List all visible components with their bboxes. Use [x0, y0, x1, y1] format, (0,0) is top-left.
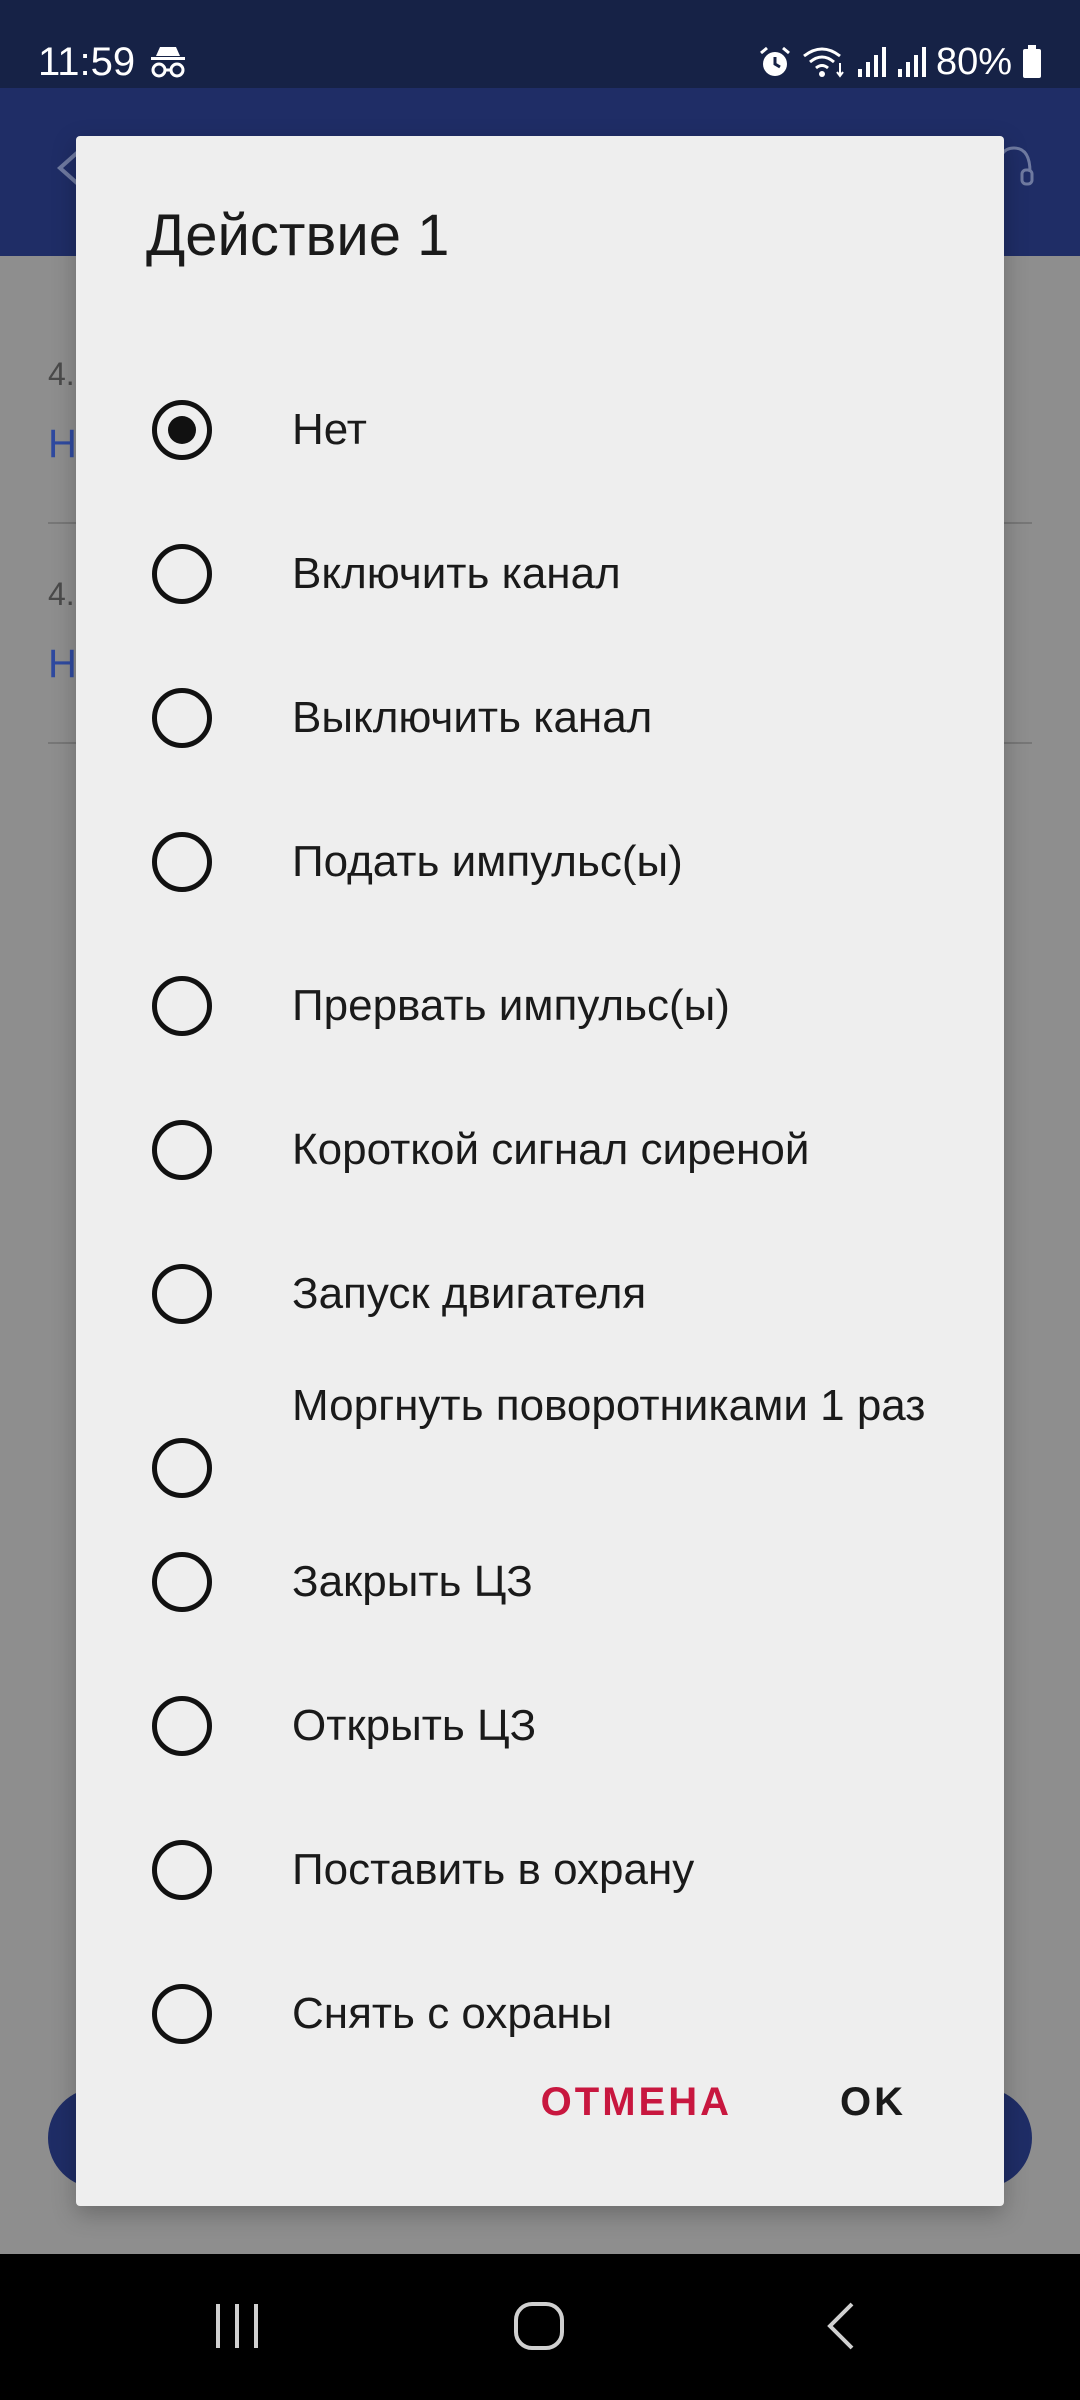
alarm-icon [759, 46, 790, 76]
option-blink-turn-signals[interactable]: Моргнуть поворотниками 1 раз [76, 1366, 1004, 1510]
setting-value: Н [48, 642, 77, 686]
option-unlock-doors[interactable]: Открыть ЦЗ [76, 1654, 1004, 1798]
option-label: Включить канал [292, 549, 621, 598]
option-enable-channel[interactable]: Включить канал [76, 502, 1004, 646]
radio-button[interactable] [152, 976, 212, 1036]
option-short-siren[interactable]: Короткой сигнал сиреной [76, 1078, 1004, 1222]
option-none[interactable]: Нет [76, 358, 1004, 502]
radio-button-checked[interactable] [152, 400, 212, 460]
signal-icon [897, 47, 926, 77]
incognito-icon [151, 47, 185, 78]
option-disable-channel[interactable]: Выключить канал [76, 646, 1004, 790]
option-label: Подать импульс(ы) [292, 837, 683, 886]
radio-button[interactable] [152, 1696, 212, 1756]
radio-button[interactable] [152, 1552, 212, 1612]
dialog-actions: ОТМЕНА OK [76, 2036, 1004, 2206]
option-label: Прервать импульс(ы) [292, 981, 730, 1030]
option-arm[interactable]: Поставить в охрану [76, 1798, 1004, 1942]
option-label: Поставить в охрану [292, 1845, 695, 1894]
radio-button[interactable] [152, 1264, 212, 1324]
action-dialog: Действие 1 Нет Включить канал Выключить … [76, 136, 1004, 2206]
ok-button[interactable]: OK [840, 2080, 906, 2125]
battery-percent: 80% [935, 40, 1012, 83]
battery-icon [1023, 45, 1041, 78]
back-icon[interactable] [824, 2300, 858, 2352]
cancel-button[interactable]: ОТМЕНА [541, 2080, 732, 2125]
status-icons: 80% [758, 36, 1042, 88]
option-lock-doors[interactable]: Закрыть ЦЗ [76, 1510, 1004, 1654]
radio-button[interactable] [152, 832, 212, 892]
radio-button[interactable] [152, 1438, 212, 1498]
setting-value: Н [48, 422, 77, 466]
setting-number: 4. [48, 576, 75, 612]
recents-icon[interactable] [212, 2300, 262, 2352]
radio-button[interactable] [152, 688, 212, 748]
dialog-title: Действие 1 [146, 203, 450, 268]
option-label: Запуск двигателя [292, 1269, 647, 1318]
option-label: Выключить канал [292, 693, 653, 742]
option-label: Моргнуть поворотниками 1 раз [292, 1381, 926, 1430]
home-icon[interactable] [512, 2300, 568, 2352]
option-stop-pulses[interactable]: Прервать импульс(ы) [76, 934, 1004, 1078]
option-label: Открыть ЦЗ [292, 1701, 537, 1750]
option-label: Закрыть ЦЗ [292, 1557, 533, 1606]
option-label: Нет [292, 405, 367, 454]
setting-number: 4. [48, 356, 75, 392]
status-time: 11:59 [38, 40, 136, 84]
navigation-bar [0, 2254, 1080, 2400]
wifi-icon [803, 47, 844, 78]
signal-icon [857, 47, 886, 77]
radio-button[interactable] [152, 1984, 212, 2044]
status-bar: 11:59 80% [0, 0, 1080, 88]
option-engine-start[interactable]: Запуск двигателя [76, 1222, 1004, 1366]
option-send-pulses[interactable]: Подать импульс(ы) [76, 790, 1004, 934]
radio-button[interactable] [152, 1120, 212, 1180]
radio-button[interactable] [152, 544, 212, 604]
option-label: Короткой сигнал сиреной [292, 1125, 810, 1174]
radio-button[interactable] [152, 1840, 212, 1900]
